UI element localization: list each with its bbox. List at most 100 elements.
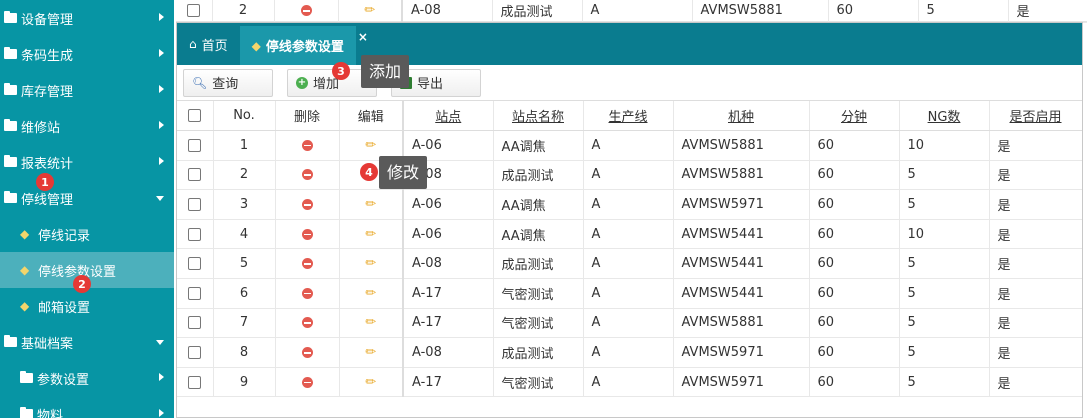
cell-ng: 5 bbox=[899, 278, 990, 309]
sidebar-item-label: 停线记录 bbox=[38, 228, 91, 244]
cell-line: A bbox=[583, 278, 674, 309]
select-all-checkbox[interactable] bbox=[188, 109, 202, 123]
tab-params[interactable]: ◆ 停线参数设置 × bbox=[239, 23, 368, 65]
delete-icon[interactable] bbox=[301, 169, 313, 181]
row-checkbox[interactable] bbox=[188, 316, 202, 330]
row-checkbox[interactable] bbox=[188, 346, 202, 360]
row-checkbox[interactable] bbox=[188, 375, 202, 389]
delete-icon[interactable] bbox=[301, 258, 313, 270]
cell-model: AVMSW5881 bbox=[692, 0, 829, 23]
col-station-name[interactable]: 站点名称 bbox=[493, 101, 584, 132]
close-icon[interactable]: × bbox=[358, 30, 368, 44]
tag-icon: ◆ bbox=[20, 299, 30, 313]
delete-icon[interactable] bbox=[301, 347, 313, 359]
table-row[interactable]: 7 ✏ A-17 气密测试 A AVMSW5881 60 5 是 bbox=[177, 308, 1082, 339]
cell-station-name: 气密测试 bbox=[493, 367, 584, 398]
cell-model: AVMSW5971 bbox=[673, 189, 810, 220]
cell-line: A bbox=[583, 160, 674, 191]
pencil-icon[interactable]: ✏ bbox=[365, 286, 376, 301]
caret-right-icon bbox=[159, 409, 164, 417]
cell-model: AVMSW5881 bbox=[673, 130, 810, 161]
sidebar-item[interactable]: 设备管理 bbox=[0, 0, 174, 36]
cell-no: 9 bbox=[213, 367, 276, 398]
cell-enabled: 是 bbox=[989, 367, 1082, 398]
pencil-icon[interactable]: ✏ bbox=[365, 256, 376, 271]
pencil-icon[interactable]: ✏ bbox=[365, 315, 376, 330]
folder-icon bbox=[4, 155, 17, 167]
delete-icon[interactable] bbox=[301, 317, 313, 329]
row-checkbox[interactable] bbox=[188, 286, 202, 300]
delete-icon[interactable] bbox=[301, 199, 313, 211]
sidebar-item-label: 停线管理 bbox=[21, 192, 74, 208]
cell-line: A bbox=[583, 248, 674, 280]
pencil-icon[interactable]: ✏ bbox=[364, 3, 375, 18]
table-row[interactable]: 6 ✏ A-17 气密测试 A AVMSW5441 60 5 是 bbox=[177, 278, 1082, 309]
sidebar-item[interactable]: 停线管理 bbox=[0, 180, 174, 216]
cell-station: A-17 bbox=[403, 308, 494, 339]
caret-right-icon bbox=[159, 85, 164, 93]
pencil-icon[interactable]: ✏ bbox=[365, 197, 376, 212]
pencil-icon[interactable]: ✏ bbox=[365, 375, 376, 390]
table-row[interactable]: 9 ✏ A-17 气密测试 A AVMSW5971 60 5 是 bbox=[177, 367, 1082, 398]
cell-station: A-17 bbox=[403, 367, 494, 398]
cell-enabled: 是 bbox=[989, 308, 1082, 339]
delete-icon[interactable] bbox=[301, 287, 313, 299]
sidebar-item[interactable]: 库存管理 bbox=[0, 72, 174, 108]
cell-ng: 5 bbox=[899, 248, 990, 280]
sidebar-item[interactable]: 维修站 bbox=[0, 108, 174, 144]
cell-minutes: 60 bbox=[809, 278, 900, 309]
cell-line: A bbox=[583, 189, 674, 220]
row-checkbox[interactable] bbox=[188, 227, 202, 241]
sidebar-item[interactable]: 物料 bbox=[0, 396, 174, 418]
pencil-icon[interactable]: ✏ bbox=[365, 345, 376, 360]
sidebar-item-label: 基础档案 bbox=[21, 336, 74, 352]
cell-minutes: 60 bbox=[809, 160, 900, 191]
pencil-icon[interactable]: ✏ bbox=[365, 227, 376, 242]
sidebar-item-label: 邮箱设置 bbox=[38, 300, 91, 316]
sidebar-item[interactable]: 条码生成 bbox=[0, 36, 174, 72]
col-model[interactable]: 机种 bbox=[673, 101, 810, 132]
col-enabled[interactable]: 是否启用 bbox=[989, 101, 1082, 132]
table-row[interactable]: 2✏A-08成品测试AAVMSW5881605是 bbox=[177, 160, 1082, 191]
row-checkbox[interactable] bbox=[188, 257, 202, 271]
sidebar-item-label: 报表统计 bbox=[21, 156, 74, 172]
table-row[interactable]: 8 ✏ A-08 成品测试 A AVMSW5971 60 5 是 bbox=[177, 337, 1082, 368]
tab-home[interactable]: ⌂ 首页 bbox=[177, 23, 240, 65]
cell-station-name: 气密测试 bbox=[493, 278, 584, 309]
cell-minutes: 60 bbox=[809, 189, 900, 220]
sidebar-item[interactable]: 参数设置 bbox=[0, 360, 174, 396]
cell-station-name: 气密测试 bbox=[493, 308, 584, 339]
col-station[interactable]: 站点 bbox=[403, 101, 494, 132]
col-ng[interactable]: NG数 bbox=[899, 101, 990, 132]
folder-icon bbox=[4, 119, 17, 131]
table-row[interactable]: 3 ✏ A-06 AA调焦 A AVMSW5971 60 5 是 bbox=[177, 189, 1082, 220]
folder-icon bbox=[20, 407, 33, 418]
sidebar-item[interactable]: 报表统计 bbox=[0, 144, 174, 180]
delete-icon[interactable] bbox=[300, 5, 312, 17]
table-row[interactable]: 1 ✏ A-06 AA调焦 A AVMSW5881 60 10 是 bbox=[177, 130, 1082, 161]
tag-icon: ◆ bbox=[20, 227, 30, 241]
query-button[interactable]: 🔍︎ 查询 bbox=[183, 68, 273, 97]
row-checkbox[interactable] bbox=[188, 138, 202, 152]
row-checkbox[interactable] bbox=[188, 198, 202, 212]
cell-station-name: 成品测试 bbox=[492, 0, 583, 23]
delete-icon[interactable] bbox=[301, 139, 313, 151]
table-row[interactable]: 5 ✏ A-08 成品测试 A AVMSW5441 60 5 是 bbox=[177, 248, 1082, 280]
search-icon: 🔍︎ bbox=[192, 75, 208, 90]
cell-line: A bbox=[583, 337, 674, 368]
table-row[interactable]: 4 ✏ A-06 AA调焦 A AVMSW5441 60 10 是 bbox=[177, 219, 1082, 250]
sidebar-item[interactable]: ◆ 邮箱设置 bbox=[0, 288, 174, 324]
cell-ng: 10 bbox=[899, 219, 990, 250]
pencil-icon[interactable]: ✏ bbox=[365, 138, 376, 153]
sidebar-item[interactable]: 基础档案 bbox=[0, 324, 174, 360]
caret-right-icon bbox=[159, 373, 164, 381]
col-minutes[interactable]: 分钟 bbox=[809, 101, 900, 132]
row-checkbox[interactable] bbox=[188, 168, 202, 182]
row-checkbox[interactable] bbox=[187, 4, 201, 18]
cell-model: AVMSW5971 bbox=[673, 367, 810, 398]
delete-icon[interactable] bbox=[301, 228, 313, 240]
sidebar-item[interactable]: ◆ 停线记录 bbox=[0, 216, 174, 252]
edit-tooltip: 修改 bbox=[379, 156, 428, 189]
col-line[interactable]: 生产线 bbox=[583, 101, 674, 132]
delete-icon[interactable] bbox=[301, 376, 313, 388]
